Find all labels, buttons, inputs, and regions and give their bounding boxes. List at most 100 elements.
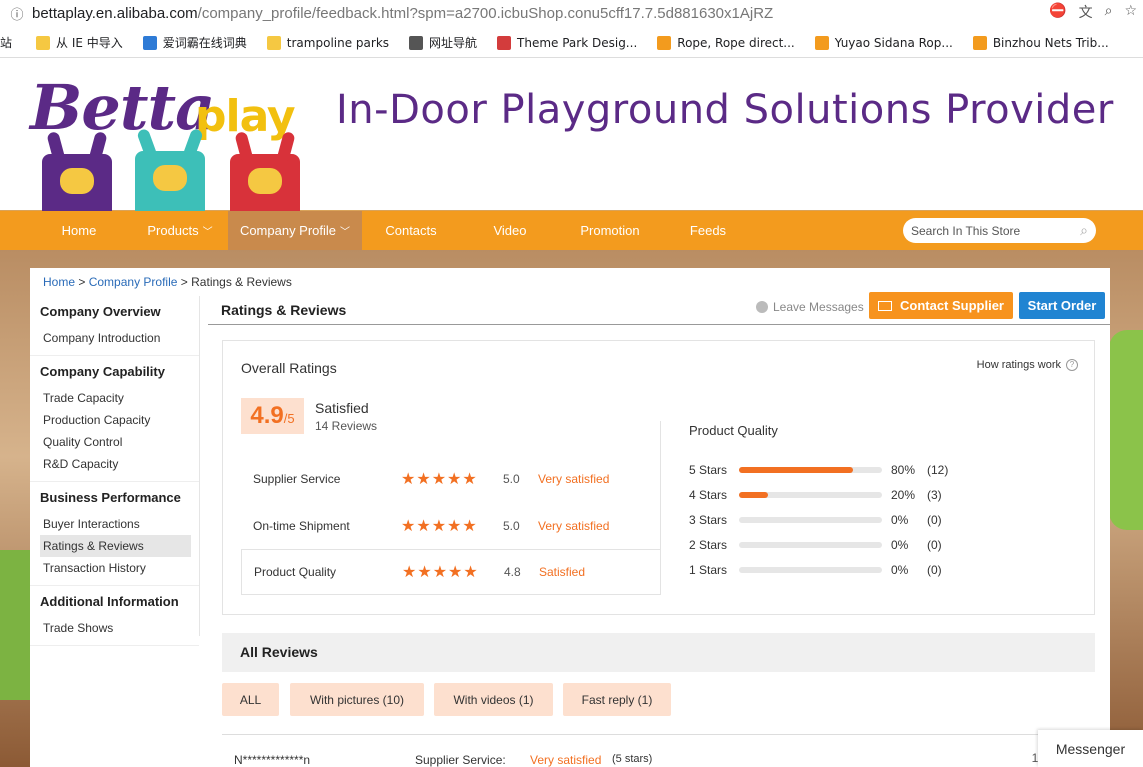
sidebar-item[interactable]: Company Introduction [40, 327, 191, 349]
leave-messages-link[interactable]: Leave Messages [756, 300, 864, 314]
info-icon[interactable]: ⓘ [6, 2, 28, 24]
nav-video[interactable]: Video [480, 211, 540, 250]
star-percent: 0% [891, 563, 909, 577]
nav-company-profile[interactable]: Company Profile ﹀ [228, 211, 362, 250]
star-label: 1 Stars [689, 563, 728, 577]
sidebar-item[interactable]: Ratings & Reviews [40, 535, 191, 557]
mascot-purple [42, 130, 112, 211]
rating-score: 5.0 [503, 519, 520, 533]
search-icon[interactable]: ⌕ [1080, 222, 1088, 239]
envelope-icon [877, 300, 892, 311]
browser-toolbar-icons: ⛔ 文 ⌕ ☆ [1049, 2, 1137, 22]
bookmark-item[interactable]: 从 IE 中导入 [36, 34, 123, 51]
nav-home[interactable]: Home [47, 211, 111, 250]
nav-promotion[interactable]: Promotion [570, 211, 650, 250]
rating-score: 5.0 [503, 472, 520, 486]
bookmark-item[interactable]: Binzhou Nets Trib... [972, 35, 1109, 50]
sidebar-item[interactable]: Trade Capacity [40, 387, 191, 409]
sidebar-item[interactable]: Transaction History [40, 557, 191, 579]
sidebar-group: Business Performance Buyer Interactions Ra… [30, 482, 199, 586]
browser-url-bar[interactable]: ⓘ bettaplay.en.alibaba.com/company_profi… [0, 0, 1143, 26]
star-percent: 0% [891, 513, 909, 527]
star-distribution-row: 4 Stars 20% (3) [689, 488, 942, 502]
rating-score: 4.8 [504, 565, 521, 579]
bookmark-item[interactable]: Yuyao Sidana Rop... [814, 35, 953, 50]
rating-text: Very satisfied [538, 472, 610, 486]
content-panel: Home > Company Profile > Ratings & Revie… [30, 268, 1110, 767]
chevron-down-icon: ﹀ [340, 227, 351, 238]
breadcrumb-company-profile[interactable]: Company Profile [89, 275, 178, 289]
rating-text: Satisfied [539, 565, 586, 579]
zoom-icon[interactable]: ⌕ [1105, 2, 1113, 22]
bookmark-item[interactable]: Rope, Rope direct... [657, 35, 795, 50]
bookmark-item[interactable]: trampoline parks [266, 35, 389, 50]
nav-products[interactable]: Products ﹀ [130, 211, 230, 250]
blocked-icon[interactable]: ⛔ [1049, 2, 1066, 22]
star-distribution-row: 2 Stars 0% (0) [689, 538, 942, 552]
star-percent: 80% [891, 463, 916, 477]
bookmark-icon [657, 35, 672, 50]
star-percent: 0% [891, 538, 909, 552]
sidebar-item[interactable]: R&D Capacity [40, 453, 191, 475]
sidebar-group-title[interactable]: Company Capability [40, 364, 199, 379]
star-icon[interactable]: ☆ [1124, 2, 1137, 22]
progress-bar [739, 492, 882, 498]
bookmark-icon [409, 35, 424, 50]
sidebar: Company Overview Company Introduction Comp… [30, 296, 200, 646]
sidebar-item[interactable]: Buyer Interactions [40, 513, 191, 535]
product-quality-title: Product Quality [689, 423, 778, 438]
rating-text: Very satisfied [538, 519, 610, 533]
star-count: (3) [927, 488, 942, 502]
breadcrumb: Home > Company Profile > Ratings & Revie… [43, 275, 292, 289]
progress-bar [739, 467, 882, 473]
breadcrumb-home[interactable]: Home [43, 275, 75, 289]
star-count: (0) [927, 563, 942, 577]
star-count: (0) [927, 513, 942, 527]
progress-bar [739, 567, 882, 573]
sidebar-group-title[interactable]: Business Performance [40, 490, 199, 505]
score-badge: 4.9/5 [241, 398, 304, 434]
sidebar-group: Company Capability Trade Capacity Producti… [30, 356, 199, 482]
nav-contacts[interactable]: Contacts [374, 211, 448, 250]
start-order-button[interactable]: Start Order [1019, 292, 1105, 319]
sidebar-group-title[interactable]: Additional Information [40, 594, 199, 609]
stars-icon: ★★★★★ [402, 564, 479, 581]
score-max: /5 [283, 411, 295, 426]
star-label: 5 Stars [689, 463, 728, 477]
messenger-button[interactable]: Messenger [1038, 730, 1143, 767]
overall-ratings-title: Overall Ratings [241, 360, 337, 376]
url-text[interactable]: bettaplay.en.alibaba.com/company_profile… [32, 5, 773, 22]
sidebar-group-title[interactable]: Company Overview [40, 304, 199, 319]
star-distribution-row: 1 Stars 0% (0) [689, 563, 942, 577]
stars-note: (5 stars) [612, 753, 653, 765]
bookmarks-bar: 站 从 IE 中导入 爱词霸在线词典 trampoline parks 网址导航 The… [0, 28, 1143, 58]
bookmark-icon [497, 35, 512, 50]
bookmark-icon [266, 35, 281, 50]
stars-icon: ★★★★★ [401, 518, 478, 535]
star-label: 2 Stars [689, 538, 728, 552]
filter-fast-reply[interactable]: Fast reply (1) [563, 683, 671, 716]
star-percent: 20% [891, 488, 916, 502]
sidebar-item[interactable]: Quality Control [40, 431, 191, 453]
filter-all[interactable]: ALL [222, 683, 279, 716]
nav-feeds[interactable]: Feeds [680, 211, 736, 250]
filter-with-videos[interactable]: With videos (1) [434, 683, 553, 716]
question-icon: ? [1066, 359, 1078, 371]
page-header: Ratings & Reviews Leave Messages Contact… [208, 292, 1110, 325]
store-header: Betta play In-Door Playground Solutions … [0, 59, 1143, 211]
bookmark-prefix: 站 [0, 36, 13, 50]
translate-icon[interactable]: 文 [1079, 2, 1093, 22]
filter-with-pictures[interactable]: With pictures (10) [290, 683, 424, 716]
store-search-input[interactable]: Search In This Store ⌕ [903, 218, 1096, 243]
sidebar-item[interactable]: Production Capacity [40, 409, 191, 431]
star-distribution-row: 3 Stars 0% (0) [689, 513, 942, 527]
bookmark-item[interactable]: Theme Park Desig... [497, 35, 637, 50]
contact-supplier-button[interactable]: Contact Supplier [869, 292, 1013, 319]
bookmark-item[interactable]: 爱词霸在线词典 [142, 34, 247, 51]
how-ratings-work-link[interactable]: How ratings work? [977, 359, 1078, 371]
breadcrumb-current: Ratings & Reviews [191, 275, 292, 289]
mascot-teal [135, 127, 205, 211]
bookmark-item[interactable]: 网址导航 [409, 34, 477, 51]
decor-green-right [1109, 330, 1143, 530]
sidebar-item[interactable]: Trade Shows [40, 617, 191, 639]
